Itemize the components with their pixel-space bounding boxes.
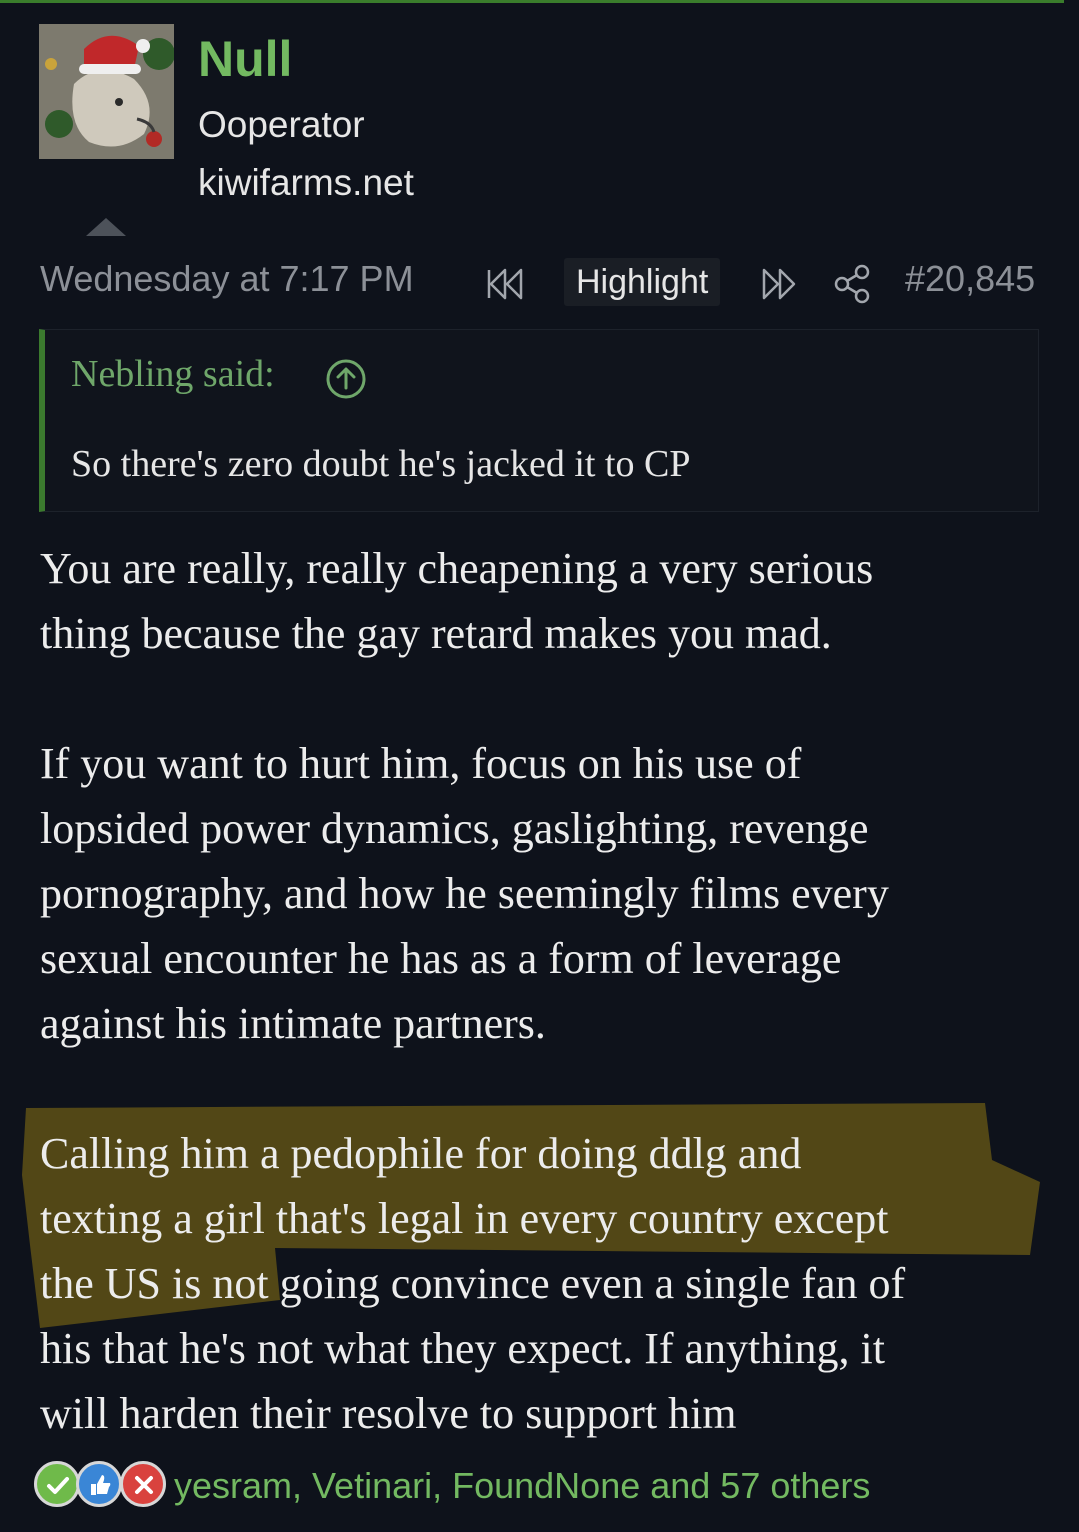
user-site: kiwifarms.net xyxy=(198,162,414,203)
jump-to-quote-icon[interactable] xyxy=(325,358,367,405)
body-line: his that he's not what they expect. If a… xyxy=(40,1324,885,1373)
body-line: Calling him a pedophile for doing ddlg a… xyxy=(40,1129,802,1178)
body-line: against his intimate partners. xyxy=(40,999,546,1048)
body-line: texting a girl that's legal in every cou… xyxy=(40,1194,889,1243)
body-line: will harden their resolve to support him xyxy=(40,1389,737,1438)
body-line: sexual encounter he has as a form of lev… xyxy=(40,934,842,983)
body-line: pornography, and how he seemingly films … xyxy=(40,869,889,918)
quote-block: Nebling said: So there's zero doubt he's… xyxy=(39,329,1039,512)
post-meta-row: Wednesday at 7:17 PM Highlight #20,845 xyxy=(0,252,1079,308)
quote-text: So there's zero doubt he's jacked it to … xyxy=(71,443,691,485)
post-date[interactable]: Wednesday at 7:17 PM xyxy=(40,258,414,300)
share-icon[interactable] xyxy=(832,258,872,311)
reaction-icons[interactable] xyxy=(34,1461,174,1513)
body-line: the US is not going convince even a sing… xyxy=(40,1259,906,1308)
quote-author[interactable]: Nebling said: xyxy=(71,352,275,396)
highlight-button[interactable]: Highlight xyxy=(564,258,721,306)
x-icon[interactable] xyxy=(120,1461,166,1507)
body-line: If you want to hurt him, focus on his us… xyxy=(40,739,802,788)
reaction-users[interactable]: yesram, Vetinari, FoundNone and 57 other… xyxy=(174,1465,870,1507)
body-line: thing because the gay retard makes you m… xyxy=(40,609,832,658)
prev-post-icon[interactable] xyxy=(485,258,527,311)
username[interactable]: Null xyxy=(198,30,292,88)
post-number[interactable]: #20,845 xyxy=(905,258,1035,300)
top-accent-bar xyxy=(0,0,1064,3)
body-line: You are really, really cheapening a very… xyxy=(40,544,874,593)
agree-icon[interactable] xyxy=(34,1461,80,1507)
user-avatar[interactable] xyxy=(39,24,174,159)
post-body: You are really, really cheapening a very… xyxy=(40,536,1050,1446)
body-line: lopsided power dynamics, gaslighting, re… xyxy=(40,804,869,853)
like-icon[interactable] xyxy=(76,1461,122,1507)
user-title: Ooperator xyxy=(198,104,365,145)
collapse-arrow-icon[interactable] xyxy=(86,218,126,236)
avatar-image xyxy=(39,24,174,159)
next-post-icon[interactable] xyxy=(758,258,800,311)
